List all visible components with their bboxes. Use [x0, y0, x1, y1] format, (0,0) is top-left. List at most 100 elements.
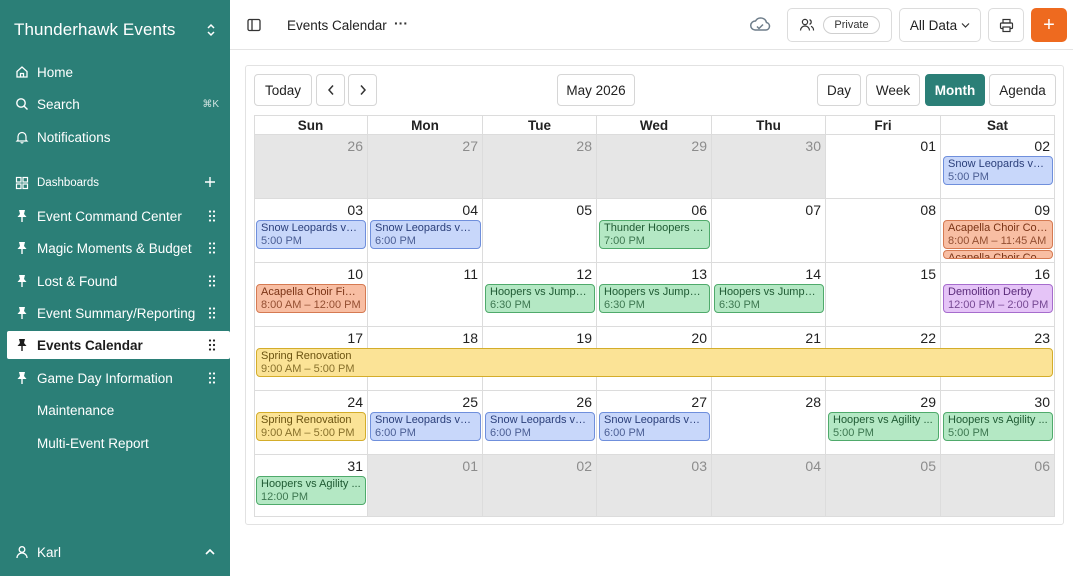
today-button[interactable]: Today — [254, 74, 312, 106]
day-number[interactable]: 02 — [1034, 138, 1050, 154]
drag-handle-icon[interactable] — [205, 210, 219, 222]
day-cell[interactable]: 11 — [368, 262, 483, 326]
day-number[interactable]: 31 — [347, 458, 363, 474]
add-dashboard-icon[interactable] — [204, 176, 216, 191]
day-cell[interactable]: 01 — [826, 134, 941, 198]
day-number[interactable]: 17 — [347, 330, 363, 346]
day-cell[interactable]: 28 — [483, 134, 597, 198]
nav-event-summary-reporting[interactable]: Event Summary/Reporting — [7, 299, 230, 327]
day-cell[interactable]: 07 — [712, 198, 826, 262]
nav-home[interactable]: Home — [7, 58, 230, 86]
day-number[interactable]: 15 — [920, 266, 936, 282]
day-number[interactable]: 09 — [1034, 202, 1050, 218]
day-number[interactable]: 18 — [462, 330, 478, 346]
day-cell[interactable]: 02 — [483, 454, 597, 517]
calendar-event[interactable]: Snow Leopards vs. ... 6:00 PM — [370, 220, 481, 249]
day-number[interactable]: 26 — [347, 138, 363, 154]
day-cell[interactable]: 05 — [483, 198, 597, 262]
user-menu[interactable]: Karl — [15, 543, 216, 561]
day-number[interactable]: 14 — [805, 266, 821, 282]
calendar-event[interactable]: Spring Renovation 9:00 AM – 5:00 PM — [256, 412, 366, 441]
day-number[interactable]: 06 — [691, 202, 707, 218]
day-number[interactable]: 04 — [805, 458, 821, 474]
calendar-event[interactable]: Spring Renovation 9:00 AM – 5:00 PM — [256, 348, 1053, 377]
calendar-event[interactable]: Thunder Hoopers v... 7:00 PM — [599, 220, 710, 249]
day-number[interactable]: 08 — [920, 202, 936, 218]
calendar-event[interactable]: Acapella Choir Com... 8:00 AM – 11:45 AM — [943, 220, 1053, 249]
day-number[interactable]: 11 — [463, 266, 478, 282]
nav-event-command-center[interactable]: Event Command Center — [7, 202, 230, 230]
nav-search[interactable]: Search ⌘K — [7, 90, 230, 118]
nav-events-calendar[interactable]: Events Calendar — [7, 331, 230, 359]
calendar-event[interactable]: Acapella Choir Finals 8:00 AM – 12:00 PM — [256, 284, 366, 313]
drag-handle-icon[interactable] — [205, 372, 219, 384]
day-number[interactable]: 25 — [462, 394, 478, 410]
month-label-button[interactable]: May 2026 — [557, 74, 635, 106]
nav-maintenance[interactable]: Maintenance — [7, 396, 230, 424]
day-number[interactable]: 27 — [462, 138, 478, 154]
day-number[interactable]: 07 — [805, 202, 821, 218]
day-number[interactable]: 29 — [691, 138, 707, 154]
day-number[interactable]: 06 — [1034, 458, 1050, 474]
day-number[interactable]: 19 — [576, 330, 592, 346]
day-number[interactable]: 12 — [576, 266, 592, 282]
calendar-event[interactable]: Snow Leopards vs. ... 5:00 PM — [256, 220, 366, 249]
day-number[interactable]: 05 — [920, 458, 936, 474]
day-cell[interactable]: 04 — [712, 454, 826, 517]
more-options-icon[interactable]: ··· — [392, 14, 410, 32]
day-number[interactable]: 20 — [691, 330, 707, 346]
toggle-sidebar-icon[interactable] — [245, 16, 263, 34]
day-cell[interactable]: 08 — [826, 198, 941, 262]
day-number[interactable]: 02 — [576, 458, 592, 474]
nav-game-day-information[interactable]: Game Day Information — [7, 364, 230, 392]
day-cell[interactable]: 26 — [254, 134, 368, 198]
calendar-event[interactable]: Hoopers vs Jumper... 6:30 PM — [485, 284, 595, 313]
workspace-switcher[interactable]: Thunderhawk Events — [14, 19, 218, 41]
day-number[interactable]: 01 — [462, 458, 478, 474]
day-number[interactable]: 27 — [691, 394, 707, 410]
view-week-button[interactable]: Week — [866, 74, 920, 106]
day-number[interactable]: 03 — [691, 458, 707, 474]
day-number[interactable]: 16 — [1034, 266, 1050, 282]
drag-handle-icon[interactable] — [205, 275, 219, 287]
day-number[interactable]: 29 — [920, 394, 936, 410]
day-number[interactable]: 04 — [462, 202, 478, 218]
day-cell[interactable]: 27 — [368, 134, 483, 198]
day-number[interactable]: 13 — [691, 266, 707, 282]
data-filter-select[interactable]: All Data — [899, 8, 981, 42]
day-cell[interactable]: 06 — [941, 454, 1055, 517]
day-number[interactable]: 23 — [1034, 330, 1050, 346]
day-number[interactable]: 01 — [920, 138, 936, 154]
day-cell[interactable]: 01 — [368, 454, 483, 517]
day-number[interactable]: 28 — [805, 394, 821, 410]
day-number[interactable]: 26 — [576, 394, 592, 410]
day-number[interactable]: 21 — [805, 330, 821, 346]
drag-handle-icon[interactable] — [205, 242, 219, 254]
drag-handle-icon[interactable] — [205, 339, 219, 351]
calendar-event[interactable]: Acapella Choir Com... — [943, 250, 1053, 259]
nav-magic-moments-budget[interactable]: Magic Moments & Budget — [7, 234, 230, 262]
day-number[interactable]: 22 — [920, 330, 936, 346]
day-number[interactable]: 30 — [1034, 394, 1050, 410]
prev-month-button[interactable] — [316, 74, 345, 106]
nav-multi-event-report[interactable]: Multi-Event Report — [7, 429, 230, 457]
cloud-sync-icon[interactable] — [749, 14, 771, 36]
nav-lost-found[interactable]: Lost & Found — [7, 267, 230, 295]
calendar-event[interactable]: Demolition Derby 12:00 PM – 2:00 PM — [943, 284, 1053, 313]
calendar-event[interactable]: Snow Leopards vs. ... 5:00 PM — [943, 156, 1053, 185]
day-number[interactable]: 10 — [347, 266, 363, 282]
drag-handle-icon[interactable] — [205, 307, 219, 319]
calendar-event[interactable]: Hoopers vs Agility ... 5:00 PM — [828, 412, 939, 441]
day-number[interactable]: 30 — [805, 138, 821, 154]
add-button[interactable]: + — [1031, 8, 1067, 42]
day-cell[interactable]: 03 — [597, 454, 712, 517]
nav-notifications[interactable]: Notifications — [7, 123, 230, 151]
day-cell[interactable]: 28 — [712, 390, 826, 454]
day-cell[interactable]: 05 — [826, 454, 941, 517]
day-number[interactable]: 24 — [347, 394, 363, 410]
day-number[interactable]: 03 — [347, 202, 363, 218]
day-number[interactable]: 28 — [576, 138, 592, 154]
next-month-button[interactable] — [348, 74, 377, 106]
day-cell[interactable]: 29 — [597, 134, 712, 198]
day-cell[interactable]: 15 — [826, 262, 941, 326]
